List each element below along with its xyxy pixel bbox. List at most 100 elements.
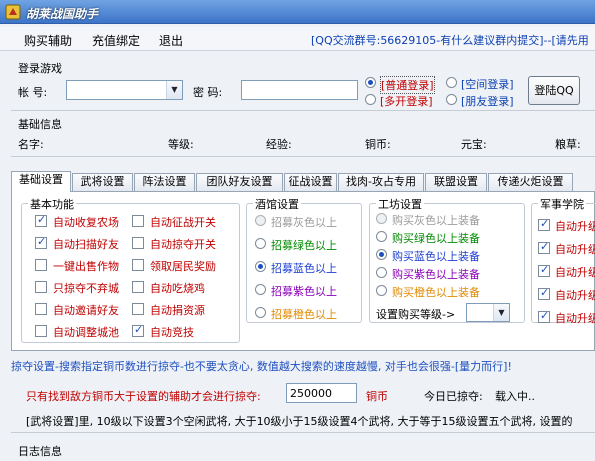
checkbox-label[interactable]: 只掠夺不弃城 <box>53 280 119 296</box>
checkbox[interactable] <box>35 235 47 249</box>
tab-generals[interactable]: 武将设置 <box>72 173 133 191</box>
tavern-group: 酒馆设置 招募灰色以上 招募绿色以上 招募蓝色以上 招募紫色以上 招募橙色以上 <box>246 196 362 323</box>
checkbox-label[interactable]: 自动升级 <box>555 310 595 326</box>
checkbox[interactable] <box>538 240 550 254</box>
radio[interactable] <box>376 267 387 278</box>
checkbox[interactable] <box>132 237 144 249</box>
tab-campaign[interactable]: 征战设置 <box>284 173 337 191</box>
radio[interactable] <box>376 285 387 296</box>
checkbox-label[interactable]: 自动升级 <box>555 218 595 234</box>
checkbox-label[interactable]: 一键出售作物 <box>53 258 119 274</box>
login-qq-button[interactable]: 登陆QQ <box>528 76 580 105</box>
radio-label[interactable]: 购买橙色以上装备 <box>392 284 480 300</box>
basic-settings-panel: 基本功能 自动收复农场 自动扫描好友 一键出售作物 只掠夺不弃城 自动邀请好友 … <box>11 191 595 351</box>
checkbox[interactable] <box>35 325 47 337</box>
login-qzone-label[interactable]: [空间登录] <box>461 76 514 92</box>
grain-label: 粮草: <box>555 138 581 151</box>
radio-label[interactable]: 招募灰色以上 <box>271 214 337 230</box>
radio[interactable] <box>376 249 387 260</box>
checkbox[interactable] <box>538 263 550 277</box>
plunder-info-text: 掠夺设置-搜索指定铜币数进行掠夺-也不要太贪心, 数值越大搜索的速度越慢, 对手… <box>11 360 512 373</box>
tab-find-attack[interactable]: 找肉-攻占专用 <box>338 173 424 191</box>
radio-label[interactable]: 购买绿色以上装备 <box>392 230 480 246</box>
tab-alliance[interactable]: 联盟设置 <box>425 173 487 191</box>
radio[interactable] <box>255 238 266 249</box>
checkbox-label[interactable]: 自动升级 <box>555 287 595 303</box>
checkbox-label[interactable]: 自动扫描好友 <box>53 236 119 252</box>
academy-group: 军事学院 自动升级 自动升级 自动升级 自动升级 自动升级 <box>531 196 595 326</box>
login-normal-radio[interactable] <box>365 77 376 88</box>
checkbox[interactable] <box>35 259 47 271</box>
workshop-group: 工坊设置 购买灰色以上装备 购买绿色以上装备 购买蓝色以上装备 购买紫色以上装备… <box>369 196 525 323</box>
radio-label[interactable]: 购买紫色以上装备 <box>392 266 480 282</box>
menu-exit[interactable]: 退出 <box>159 32 183 49</box>
radio[interactable] <box>376 213 387 224</box>
password-label: 密 码: <box>193 86 223 99</box>
radio[interactable] <box>255 261 266 272</box>
login-qzone-radio[interactable] <box>446 77 457 88</box>
radio[interactable] <box>255 284 266 295</box>
radio-label[interactable]: 招募紫色以上 <box>271 283 337 299</box>
checkbox-label[interactable]: 自动调整城池 <box>53 324 119 340</box>
radio-label[interactable]: 招募蓝色以上 <box>271 260 337 276</box>
login-pengyou-label[interactable]: [朋友登录] <box>461 93 514 109</box>
radio[interactable] <box>376 231 387 242</box>
checkbox-label[interactable]: 自动掠夺开关 <box>150 236 216 252</box>
window-title: 胡莱战国助手 <box>26 7 99 21</box>
checkbox-label[interactable]: 自动收复农场 <box>53 214 119 230</box>
checkbox-label[interactable]: 自动竞技 <box>150 324 194 340</box>
checkbox[interactable] <box>538 309 550 323</box>
general-setting-info: [武将设置]里, 10级以下设置3个空闲武将, 大于10级小于15级设置4个武将… <box>26 415 573 428</box>
account-label: 帐 号: <box>18 86 48 99</box>
checkbox-label[interactable]: 自动吃烧鸡 <box>150 280 205 296</box>
chevron-down-icon[interactable]: ▼ <box>166 81 182 99</box>
menu-bar: 购买辅助 充值绑定 退出 [QQ交流群号:56629105-有什么建议群内提交]… <box>0 27 595 51</box>
checkbox-label[interactable]: 自动捐资源 <box>150 302 205 318</box>
title-bar: 胡莱战国助手 <box>0 0 595 24</box>
radio-label[interactable]: 购买灰色以上装备 <box>392 212 480 228</box>
checkbox[interactable] <box>35 303 47 315</box>
today-plunder-label: 今日已掠夺: <box>424 390 483 403</box>
radio-label[interactable]: 购买蓝色以上装备 <box>392 248 480 264</box>
radio-label[interactable]: 招募绿色以上 <box>271 237 337 253</box>
checkbox[interactable] <box>132 259 144 271</box>
tab-basic[interactable]: 基础设置 <box>11 171 71 192</box>
checkbox-label[interactable]: 自动升级 <box>555 264 595 280</box>
radio[interactable] <box>255 215 266 226</box>
radio-label[interactable]: 招募橙色以上 <box>271 306 337 322</box>
tab-team-friends[interactable]: 团队好友设置 <box>196 173 283 191</box>
menu-buy[interactable]: 购买辅助 <box>24 32 72 49</box>
tab-torch[interactable]: 传递火炬设置 <box>488 173 573 191</box>
plunder-amount-input[interactable] <box>286 383 357 403</box>
account-combo[interactable]: ▼ <box>66 80 183 100</box>
password-input[interactable] <box>241 80 358 100</box>
exp-label: 经验: <box>266 138 292 151</box>
checkbox[interactable] <box>35 213 47 227</box>
name-label: 名字: <box>18 138 44 151</box>
today-plunder-value: 载入中.. <box>495 390 535 403</box>
checkbox-label[interactable]: 领取居民奖励 <box>150 258 216 274</box>
purchase-level-combo[interactable]: ▼ <box>466 303 510 322</box>
checkbox[interactable] <box>538 217 550 231</box>
radio[interactable] <box>255 307 266 318</box>
login-pengyou-radio[interactable] <box>446 94 457 105</box>
divider <box>11 156 595 157</box>
checkbox[interactable] <box>132 281 144 293</box>
chevron-down-icon[interactable]: ▼ <box>493 304 509 321</box>
menu-recharge[interactable]: 充值绑定 <box>92 32 140 49</box>
checkbox[interactable] <box>538 286 550 300</box>
checkbox-label[interactable]: 自动征战开关 <box>150 214 216 230</box>
basic-info-title: 基础信息 <box>18 118 62 131</box>
checkbox[interactable] <box>132 323 144 337</box>
checkbox-label[interactable]: 自动升级 <box>555 241 595 257</box>
checkbox[interactable] <box>35 281 47 293</box>
checkbox-label[interactable]: 自动邀请好友 <box>53 302 119 318</box>
divider <box>11 110 595 111</box>
login-normal-label[interactable]: [普通登录] <box>380 76 435 94</box>
checkbox[interactable] <box>132 215 144 227</box>
login-multi-label[interactable]: [多开登录] <box>380 93 433 109</box>
tab-formation[interactable]: 阵法设置 <box>134 173 195 191</box>
login-section-title: 登录游戏 <box>18 62 62 75</box>
login-multi-radio[interactable] <box>365 94 376 105</box>
checkbox[interactable] <box>132 303 144 315</box>
